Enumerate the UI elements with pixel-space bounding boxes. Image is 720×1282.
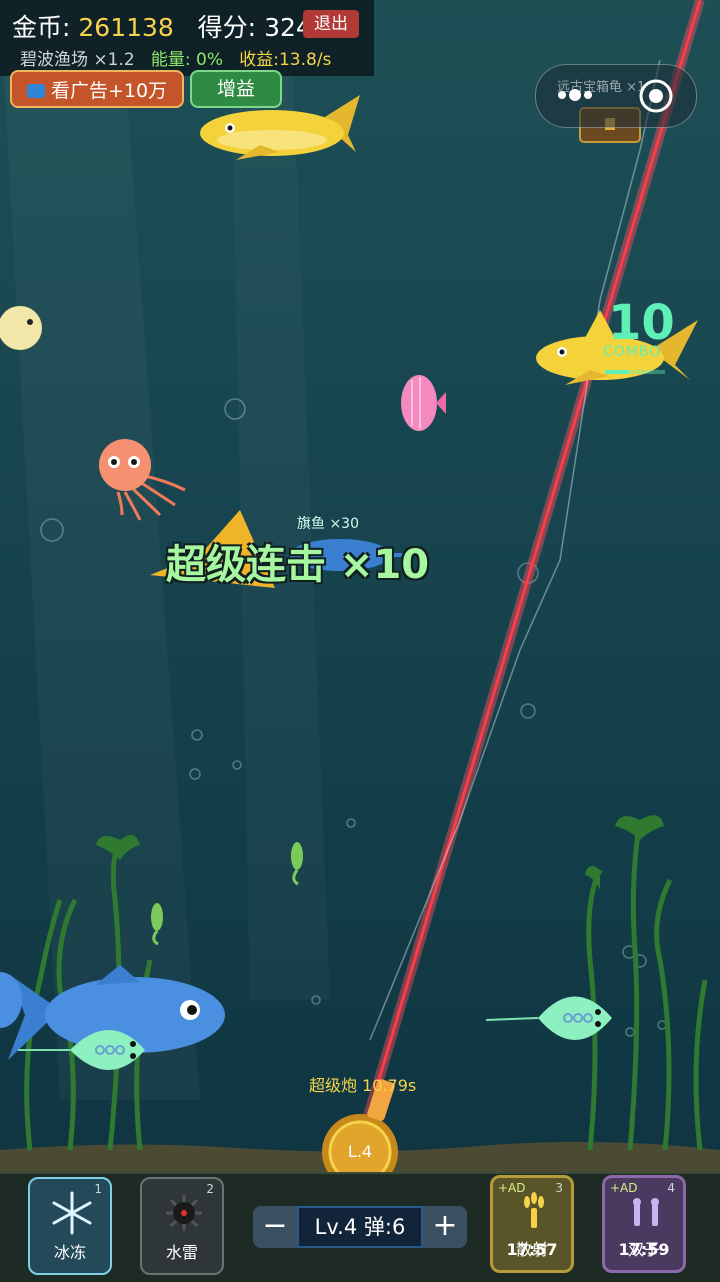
close-target-icon[interactable] (638, 78, 674, 114)
pufferfish[interactable] (0, 306, 42, 350)
pink-angelfish[interactable] (401, 375, 446, 431)
combo-progress-fill (605, 370, 629, 374)
freeze-skill-button[interactable]: 1 冰冻 (28, 1177, 112, 1275)
income-text: 收益:13.8/s (239, 50, 332, 70)
blue-fish-partial[interactable] (0, 972, 22, 1028)
watch-ad-label: 看广告+10万 (50, 80, 168, 102)
watch-ad-button[interactable]: 看广告+10万 (10, 70, 184, 108)
twin-ad-badge: +AD (610, 1181, 638, 1195)
exit-button[interactable]: 退出 (303, 10, 359, 38)
combo-word: COMBO (603, 344, 662, 360)
sailfish-label: 旗鱼 ×30 (297, 516, 359, 532)
spread-icon (524, 1192, 544, 1228)
freeze-label: 冰冻 (53, 1243, 86, 1262)
super-combo-text: 超级连击 ×10 (166, 542, 430, 588)
energy-text: 能量: 0% (150, 50, 224, 70)
spread-skill-button[interactable]: +AD 3 17:57 散射 (490, 1175, 574, 1273)
twin-label: 双子 (627, 1240, 660, 1259)
twin-skill-button[interactable]: +AD 4 17:59 双子 (602, 1175, 686, 1273)
level-plus-button[interactable]: + (423, 1206, 467, 1248)
combo-count: 10 (608, 295, 675, 351)
score-label: 得分: (197, 13, 257, 42)
mine-skill-button[interactable]: 2 水雷 (140, 1177, 224, 1275)
mine-label: 水雷 (165, 1243, 198, 1262)
scene-name: 碧波渔场 (20, 50, 88, 70)
more-dots-icon[interactable] (555, 85, 595, 105)
scene-multiplier: ×1.2 (93, 50, 135, 70)
snowflake-icon (52, 1191, 92, 1235)
cannon-level: L.4 (347, 1142, 373, 1161)
mine-count: 2 (206, 1182, 214, 1196)
manta-ray[interactable] (485, 996, 612, 1041)
level-ammo-display: Lv.4 弹:6 (297, 1206, 423, 1248)
status-row: 碧波渔场 ×1.2 能量: 0% 收益:13.8/s (20, 45, 331, 70)
coins-value: 261138 (78, 13, 174, 42)
twin-cannon-icon (633, 1198, 659, 1226)
mine-icon (166, 1195, 202, 1231)
level-minus-button[interactable]: − (253, 1206, 297, 1248)
twin-count: 4 (667, 1181, 675, 1195)
tv-icon (26, 84, 45, 98)
boost-button[interactable]: 增益 (190, 70, 282, 108)
freeze-count: 1 (94, 1182, 102, 1196)
cannon-status: 超级炮 10.79s (309, 1076, 417, 1095)
spread-count: 3 (555, 1181, 563, 1195)
coins-score-row: 金币: 261138 得分: 3242 (12, 8, 328, 44)
coins-label: 金币: (12, 13, 71, 42)
spread-label: 散射 (515, 1240, 548, 1259)
